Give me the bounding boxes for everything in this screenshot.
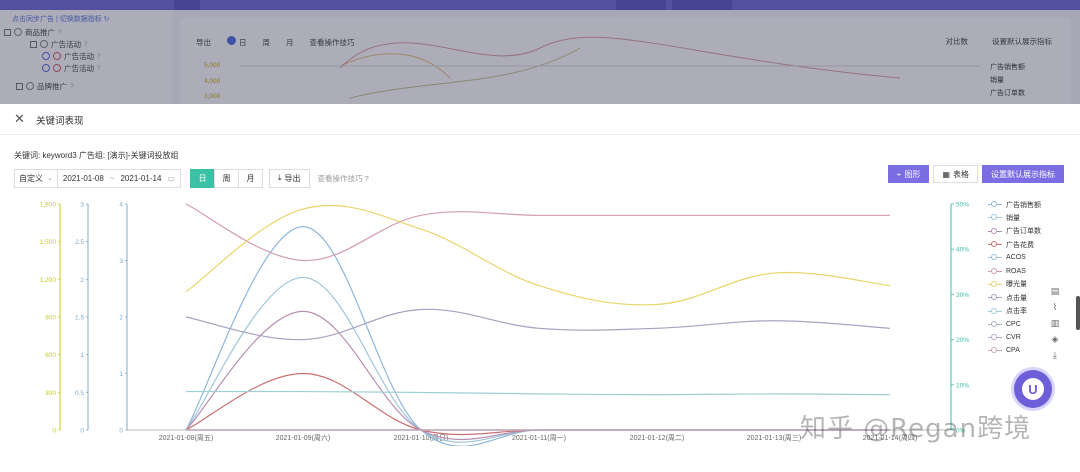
y-tick-label: 10% [956,382,969,389]
legend-label: CPC [1006,320,1021,328]
performance-chart: 0 300 600 900 1,200 1,500 1,800 0 0.5 1 1.5 2 2.5 3 0 1… [40,202,969,446]
series-line[interactable] [185,204,891,306]
y-tick-label: 1 [80,352,84,359]
x-tick-label: 2021-01-13(周三) [747,434,801,442]
legend-label: ACOS [1006,254,1026,262]
y-tick-label: 2.5 [75,239,84,246]
layers-icon[interactable]: ◈ [1050,334,1060,344]
chart-legend: 广告销售额销量广告订单数广告花费 ACOS ROAS 曝光量点击量点击率 CPC CVR C… [988,198,1041,358]
legend-marker-icon [988,293,1002,302]
legend-marker-icon [988,320,1002,329]
legend-marker-icon [988,240,1002,249]
y-tick-label: 30% [956,292,969,299]
y-tick-label: 1,500 [40,239,57,246]
y-tick-label: 2 [119,315,123,322]
y-tick-label: 50% [956,202,969,209]
assistant-logo-icon: U [1022,378,1044,400]
legend-label: 广告销售额 [1006,201,1041,209]
legend-marker-icon [988,280,1002,289]
legend-item[interactable]: ACOS [988,251,1041,264]
legend-item[interactable]: 广告销售额 [988,198,1041,211]
legend-marker-icon [988,267,1002,276]
chart-side-tools: ▤ ⌇ ▥ ◈ ⤓ [1050,286,1060,360]
legend-item[interactable]: 广告花费 [988,238,1041,251]
legend-marker-icon [988,346,1002,355]
legend-label: 广告订单数 [1006,228,1041,236]
legend-item[interactable]: 点击量 [988,291,1041,304]
y-tick-label: 1.5 [75,315,84,322]
bar-chart-icon[interactable]: ▥ [1050,318,1060,328]
y-tick-label: 1,800 [40,202,57,209]
legend-item[interactable]: CPA [988,344,1041,357]
legend-item[interactable]: 点击率 [988,304,1041,317]
legend-marker-icon [988,333,1002,342]
download-icon[interactable]: ⤓ [1050,350,1060,360]
legend-marker-icon [988,200,1002,209]
y-tick-label: 20% [956,337,969,344]
scrollbar-thumb[interactable] [1076,296,1080,330]
x-tick-label: 2021-01-10(周日) [394,434,448,442]
modal-overlay[interactable] [0,0,1080,104]
y-tick-label: 40% [956,247,969,254]
y-tick-label: 0 [119,428,123,435]
watermark: 知乎 @Regan跨境 [800,414,1032,444]
legend-label: ROAS [1006,267,1026,275]
legend-label: 销量 [1006,214,1020,222]
legend-label: CPA [1006,347,1020,355]
legend-label: 广告花费 [1006,241,1034,249]
line-chart-icon[interactable]: ⌇ [1050,302,1060,312]
y-tick-label: 0.5 [75,390,84,397]
y-tick-label: 300 [45,390,56,397]
y-tick-label: 1 [119,371,123,378]
series-line[interactable] [185,276,890,443]
series-line[interactable] [185,390,891,396]
y-tick-label: 900 [45,315,56,322]
x-tick-label: 2021-01-11(周一) [512,434,566,442]
background-page: 点击同步广告 | 切换数据指标 ↻ 商品推广? 广告活动? 广告活动? 广告活动… [0,0,1080,104]
legend-item[interactable]: ROAS [988,264,1041,277]
y-tick-label: 3 [119,258,123,265]
y-tick-label: 0 [80,428,84,435]
legend-label: 点击率 [1006,308,1027,316]
y-tick-label: 2 [80,277,84,284]
y-tick-label: 600 [45,352,56,359]
x-tick-label: 2021-01-08(周五) [159,434,213,442]
legend-item[interactable]: 曝光量 [988,278,1041,291]
series-line[interactable] [185,372,890,436]
legend-marker-icon [988,253,1002,262]
legend-item[interactable]: 销量 [988,211,1041,224]
y-tick-label: 3 [80,202,84,209]
series-line[interactable] [185,310,890,441]
legend-item[interactable]: 广告订单数 [988,225,1041,238]
y-tick-label: 4 [119,202,123,209]
legend-marker-icon [988,307,1002,316]
legend-marker-icon [988,227,1002,236]
legend-label: 曝光量 [1006,281,1027,289]
y-tick-label: 0 [52,428,56,435]
legend-item[interactable]: CVR [988,331,1041,344]
legend-item[interactable]: CPC [988,318,1041,331]
x-tick-label: 2021-01-12(周二) [630,434,684,442]
assistant-float-button[interactable]: U [1014,370,1052,408]
legend-label: CVR [1006,334,1021,342]
y-tick-label: 1,200 [40,277,57,284]
legend-label: 点击量 [1006,294,1027,302]
document-icon[interactable]: ▤ [1050,286,1060,296]
x-tick-label: 2021-01-09(周六) [276,433,330,442]
legend-marker-icon [988,213,1002,222]
